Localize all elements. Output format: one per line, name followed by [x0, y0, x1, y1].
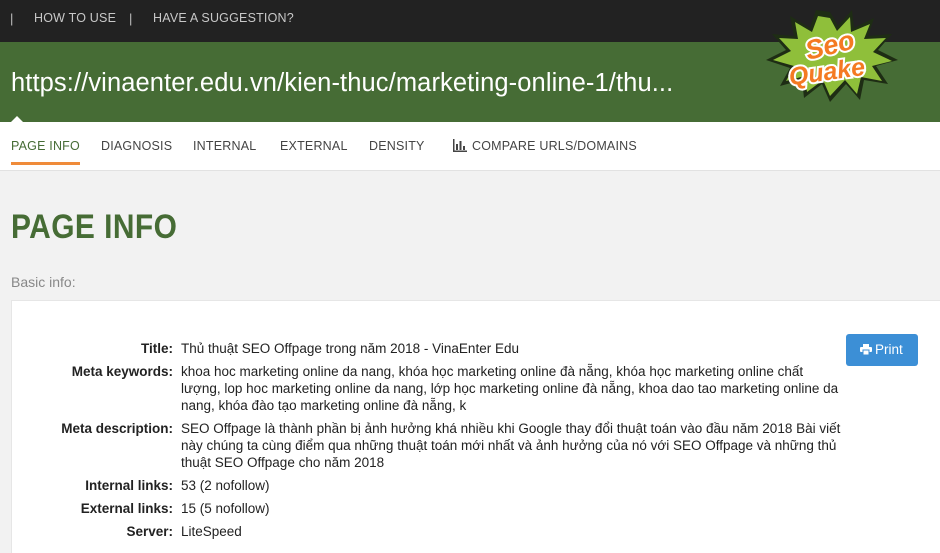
- tab-external[interactable]: EXTERNAL: [280, 139, 348, 153]
- seoquake-logo[interactable]: Seo Quake: [760, 4, 900, 104]
- tab-diagnosis[interactable]: DIAGNOSIS: [101, 139, 172, 153]
- print-button[interactable]: Print: [846, 334, 918, 366]
- page-title: PAGE INFO: [11, 208, 178, 246]
- external-links-value: 15 (5 nofollow): [181, 501, 270, 516]
- page-url: https://vinaenter.edu.vn/kien-thuc/marke…: [11, 69, 674, 97]
- internal-links-value: 53 (2 nofollow): [181, 478, 270, 493]
- external-links-label: External links:: [80, 501, 173, 516]
- how-to-use-link[interactable]: HOW TO USE: [34, 11, 116, 25]
- meta-keywords-value: khoa hoc marketing online da nang, khóa …: [181, 364, 839, 413]
- internal-links-label: Internal links:: [85, 478, 173, 493]
- server-label: Server:: [126, 524, 173, 539]
- meta-keywords-label: Meta keywords:: [71, 364, 173, 379]
- print-label: Print: [875, 342, 903, 357]
- tab-bar: PAGE INFO DIAGNOSIS INTERNAL EXTERNAL DE…: [0, 122, 940, 171]
- basic-info-card: Title: Thủ thuật SEO Offpage trong năm 2…: [11, 300, 940, 553]
- section-label: Basic info:: [11, 274, 76, 290]
- server-value: LiteSpeed: [181, 524, 242, 539]
- meta-description-value: SEO Offpage là thành phần bị ảnh hưởng k…: [181, 421, 841, 470]
- separator: |: [10, 11, 14, 26]
- tab-density[interactable]: DENSITY: [369, 139, 425, 153]
- printer-icon: [860, 344, 872, 355]
- bar-chart-icon: [453, 139, 467, 152]
- separator: |: [129, 11, 133, 26]
- title-value: Thủ thuật SEO Offpage trong năm 2018 - V…: [181, 341, 519, 356]
- tab-compare-urls[interactable]: COMPARE URLS/DOMAINS: [453, 139, 637, 153]
- suggestion-link[interactable]: HAVE A SUGGESTION?: [153, 11, 294, 25]
- tab-internal[interactable]: INTERNAL: [193, 139, 256, 153]
- meta-description-label: Meta description:: [61, 421, 173, 436]
- url-pointer: [11, 116, 23, 122]
- tab-compare-label: COMPARE URLS/DOMAINS: [472, 139, 637, 153]
- tab-page-info[interactable]: PAGE INFO: [11, 139, 80, 165]
- title-label: Title:: [140, 341, 173, 356]
